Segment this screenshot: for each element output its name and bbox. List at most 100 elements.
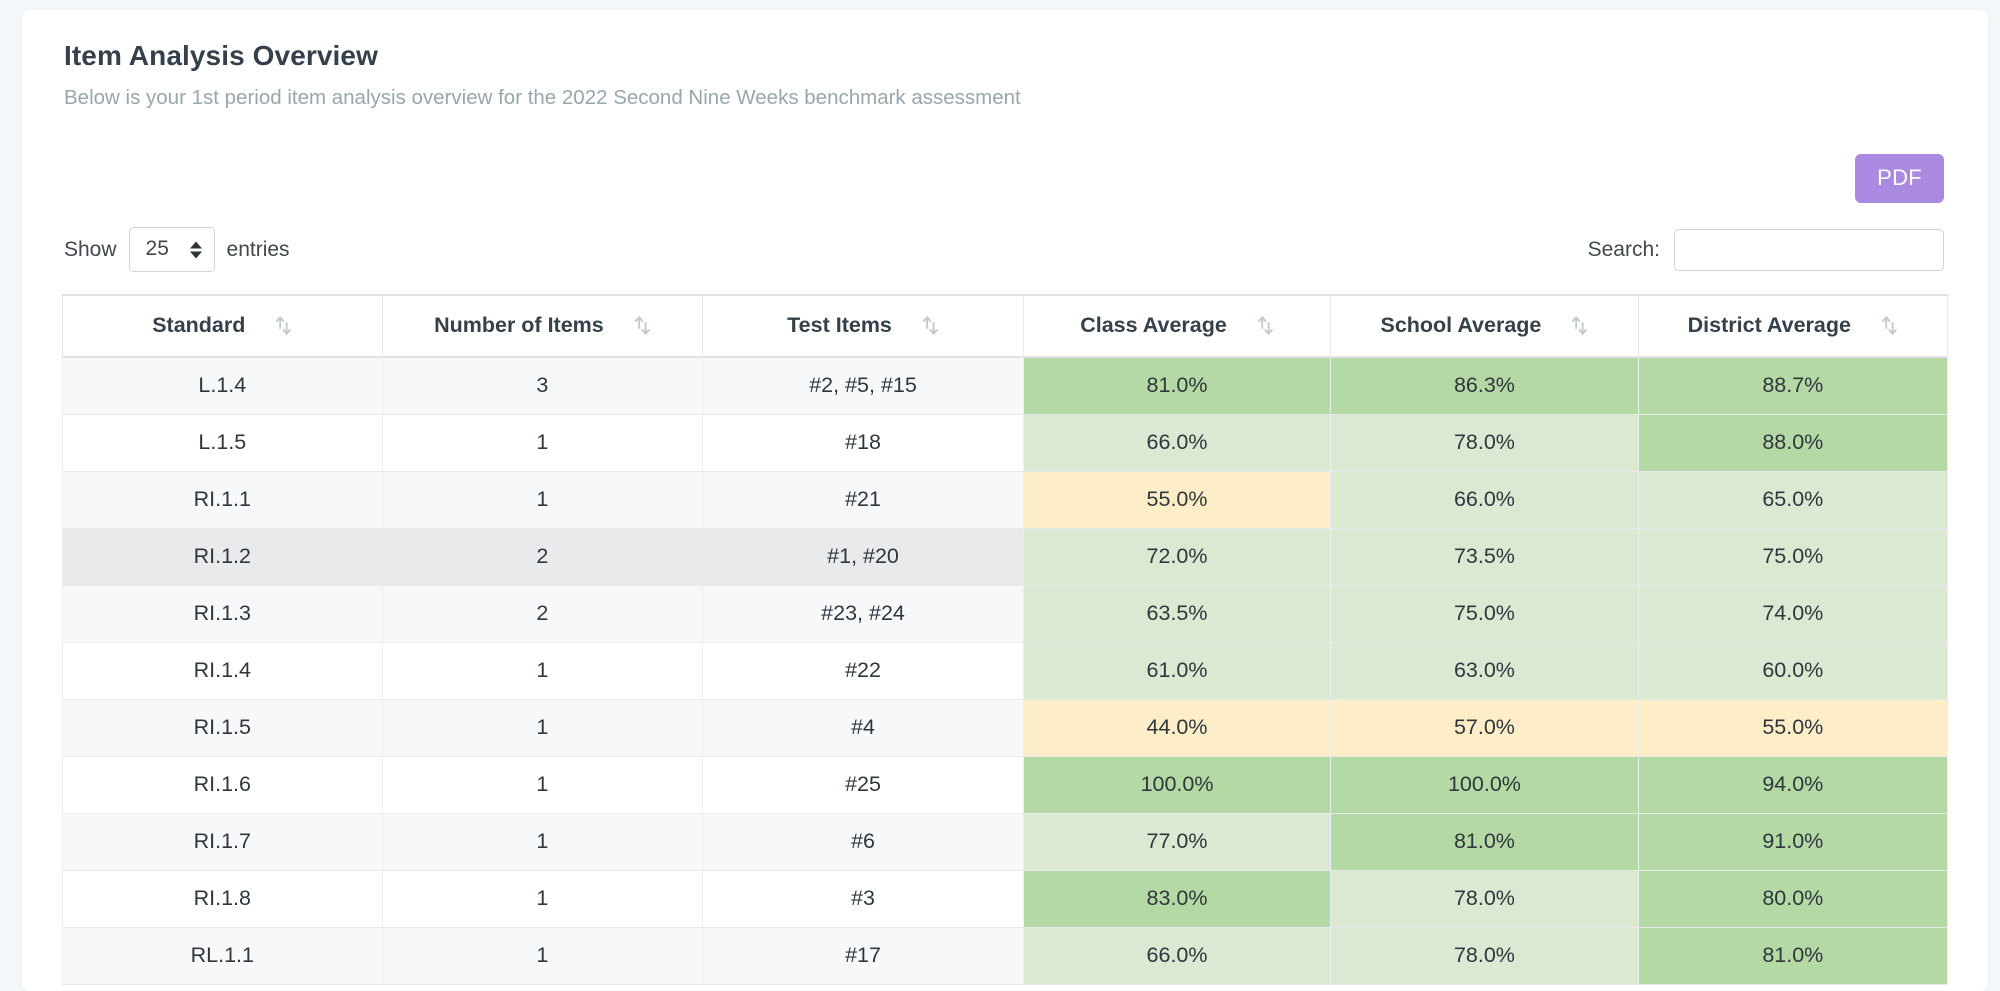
cell-district-average: 65.0% xyxy=(1638,472,1948,530)
cell-class-average: 44.0% xyxy=(1023,700,1332,758)
page-length-select[interactable]: 25 xyxy=(128,227,215,273)
table-row[interactable]: RL.1.1 1 #17 66.0% 78.0% 81.0% xyxy=(62,928,1948,986)
cell-class-average: 77.0% xyxy=(1023,814,1332,872)
table-row[interactable]: RI.1.7 1 #6 77.0% 81.0% 91.0% xyxy=(62,814,1948,872)
cell-district-average: 88.7% xyxy=(1638,358,1948,416)
cell-district-average: 88.0% xyxy=(1638,415,1948,473)
cell-standard: RI.1.5 xyxy=(62,700,383,758)
column-header-number-of-items[interactable]: Number of Items xyxy=(382,294,704,359)
cell-number-of-items: 2 xyxy=(382,586,704,644)
cell-class-average: 100.0% xyxy=(1023,757,1332,815)
cell-test-items: #23, #24 xyxy=(703,586,1024,644)
cell-number-of-items: 1 xyxy=(382,700,704,758)
cell-number-of-items: 3 xyxy=(382,358,704,416)
cell-class-average: 81.0% xyxy=(1023,358,1332,416)
cell-school-average: 81.0% xyxy=(1331,814,1639,872)
cell-test-items: #2, #5, #15 xyxy=(703,358,1024,416)
cell-number-of-items: 1 xyxy=(382,415,704,473)
cell-number-of-items: 1 xyxy=(382,757,704,815)
cell-school-average: 100.0% xyxy=(1331,757,1639,815)
column-header-label: Class Average xyxy=(1080,313,1227,338)
table-row[interactable]: L.1.4 3 #2, #5, #15 81.0% 86.3% 88.7% xyxy=(62,358,1948,416)
cell-school-average: 78.0% xyxy=(1331,928,1639,986)
cell-standard: L.1.4 xyxy=(62,358,383,416)
table-row[interactable]: RI.1.5 1 #4 44.0% 57.0% 55.0% xyxy=(62,700,1948,758)
cell-test-items: #3 xyxy=(703,871,1024,929)
cell-number-of-items: 2 xyxy=(382,529,704,587)
column-header-label: District Average xyxy=(1687,313,1851,338)
table-row[interactable]: RI.1.2 2 #1, #20 72.0% 73.5% 75.0% xyxy=(62,529,1948,587)
cell-class-average: 72.0% xyxy=(1023,529,1332,587)
cell-test-items: #18 xyxy=(703,415,1024,473)
cell-school-average: 57.0% xyxy=(1331,700,1639,758)
cell-district-average: 55.0% xyxy=(1638,700,1948,758)
cell-school-average: 63.0% xyxy=(1331,643,1639,701)
table-body: L.1.4 3 #2, #5, #15 81.0% 86.3% 88.7% L.1.5 1 #1… xyxy=(62,358,1948,986)
sort-updown-icon[interactable] xyxy=(1571,315,1588,336)
column-header-test-items[interactable]: Test Items xyxy=(703,294,1024,359)
item-analysis-table: Standard Number of Items Test Items Class A… xyxy=(62,294,1948,986)
page-length-control: Show 25 entries xyxy=(64,227,290,273)
cell-school-average: 78.0% xyxy=(1331,415,1639,473)
column-header-label: Test Items xyxy=(787,313,892,338)
cell-standard: RI.1.1 xyxy=(62,472,383,530)
page-title: Item Analysis Overview xyxy=(64,40,378,71)
cell-standard: RI.1.4 xyxy=(62,643,383,701)
cell-school-average: 66.0% xyxy=(1331,472,1639,530)
table-row[interactable]: L.1.5 1 #18 66.0% 78.0% 88.0% xyxy=(62,415,1948,473)
page-length-select-wrapper: 25 xyxy=(128,227,215,273)
sort-updown-icon[interactable] xyxy=(1257,315,1274,336)
table-row[interactable]: RI.1.1 1 #21 55.0% 66.0% 65.0% xyxy=(62,472,1948,530)
cell-number-of-items: 1 xyxy=(382,472,704,530)
sort-updown-icon[interactable] xyxy=(1881,315,1898,336)
item-analysis-card: Item Analysis Overview Below is your 1st… xyxy=(22,10,1988,991)
cell-district-average: 91.0% xyxy=(1638,814,1948,872)
cell-standard: RI.1.8 xyxy=(62,871,383,929)
show-label: Show xyxy=(64,237,117,261)
cell-test-items: #1, #20 xyxy=(703,529,1024,587)
cell-test-items: #4 xyxy=(703,700,1024,758)
cell-test-items: #17 xyxy=(703,928,1024,986)
cell-district-average: 81.0% xyxy=(1638,928,1948,986)
cell-district-average: 94.0% xyxy=(1638,757,1948,815)
column-header-label: Number of Items xyxy=(434,313,604,338)
cell-class-average: 66.0% xyxy=(1023,415,1332,473)
column-header-label: School Average xyxy=(1380,313,1542,338)
column-header-school-average[interactable]: School Average xyxy=(1331,294,1639,359)
table-row[interactable]: RI.1.8 1 #3 83.0% 78.0% 80.0% xyxy=(62,871,1948,929)
table-header-row: Standard Number of Items Test Items Class A… xyxy=(62,294,1948,359)
cell-district-average: 74.0% xyxy=(1638,586,1948,644)
cell-school-average: 86.3% xyxy=(1331,358,1639,416)
cell-school-average: 73.5% xyxy=(1331,529,1639,587)
cell-school-average: 75.0% xyxy=(1331,586,1639,644)
cell-standard: L.1.5 xyxy=(62,415,383,473)
table-header: Standard Number of Items Test Items Class A… xyxy=(62,294,1948,359)
table-row[interactable]: RI.1.6 1 #25 100.0% 100.0% 94.0% xyxy=(62,757,1948,815)
cell-district-average: 75.0% xyxy=(1638,529,1948,587)
cell-class-average: 63.5% xyxy=(1023,586,1332,644)
cell-number-of-items: 1 xyxy=(382,928,704,986)
pdf-export-button[interactable]: PDF xyxy=(1855,154,1944,203)
table-controls: Show 25 entries Search: xyxy=(62,227,1948,273)
sort-updown-icon[interactable] xyxy=(922,315,939,336)
cell-class-average: 66.0% xyxy=(1023,928,1332,986)
search-input[interactable] xyxy=(1674,228,1944,271)
cell-standard: RL.1.1 xyxy=(62,928,383,986)
search-control: Search: xyxy=(1587,228,1944,271)
table-row[interactable]: RI.1.4 1 #22 61.0% 63.0% 60.0% xyxy=(62,643,1948,701)
column-header-class-average[interactable]: Class Average xyxy=(1023,294,1332,359)
cell-class-average: 55.0% xyxy=(1023,472,1332,530)
cell-standard: RI.1.2 xyxy=(62,529,383,587)
cell-test-items: #21 xyxy=(703,472,1024,530)
column-header-district-average[interactable]: District Average xyxy=(1638,294,1948,359)
sort-updown-icon[interactable] xyxy=(634,315,651,336)
cell-standard: RI.1.6 xyxy=(62,757,383,815)
search-label: Search: xyxy=(1587,237,1660,261)
column-header-standard[interactable]: Standard xyxy=(62,294,383,359)
sort-updown-icon[interactable] xyxy=(275,315,292,336)
cell-school-average: 78.0% xyxy=(1331,871,1639,929)
table-row[interactable]: RI.1.3 2 #23, #24 63.5% 75.0% 74.0% xyxy=(62,586,1948,644)
cell-standard: RI.1.7 xyxy=(62,814,383,872)
cell-district-average: 80.0% xyxy=(1638,871,1948,929)
cell-test-items: #6 xyxy=(703,814,1024,872)
